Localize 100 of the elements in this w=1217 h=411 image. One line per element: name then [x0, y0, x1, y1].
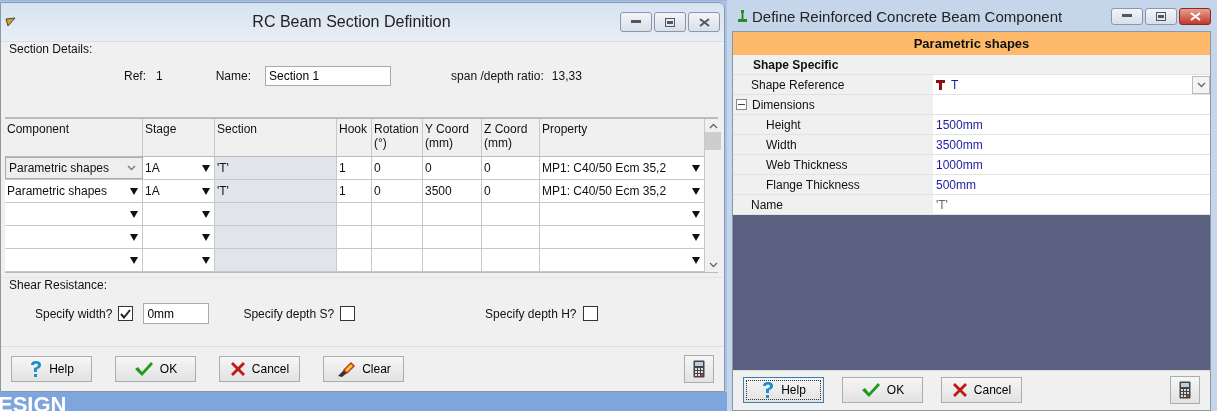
property-label: Shape Reference — [751, 77, 845, 92]
dropdown-arrow-icon[interactable] — [202, 210, 210, 218]
minimize-button[interactable] — [1111, 7, 1143, 25]
close-icon — [1189, 11, 1201, 21]
group-label: Dimensions — [752, 97, 815, 112]
ok-button[interactable]: OK — [115, 356, 196, 382]
dropdown-arrow-icon[interactable] — [692, 256, 700, 264]
panel-header: Parametric shapes — [733, 32, 1210, 55]
minimize-icon — [1122, 14, 1132, 18]
help-icon — [761, 381, 776, 399]
scroll-down-icon[interactable] — [708, 262, 718, 268]
property-value[interactable]: 'T' — [936, 197, 948, 212]
dropdown-arrow-icon[interactable] — [202, 233, 210, 241]
property-value[interactable]: T — [951, 77, 959, 92]
cell-text: MP1: C40/50 Ecm 35,2 — [542, 161, 668, 175]
eraser-icon — [336, 360, 357, 378]
cell-text: 1 — [339, 161, 347, 175]
checkbox[interactable] — [118, 306, 134, 321]
dropdown-arrow-icon[interactable] — [202, 164, 210, 172]
cell-text: 0 — [374, 184, 382, 198]
property-label: Width — [766, 137, 797, 152]
ok-button[interactable]: OK — [842, 377, 923, 403]
cell-text: 0 — [374, 161, 382, 175]
dropdown-arrow-icon[interactable] — [692, 210, 700, 218]
property-label: Flange Thickness — [766, 177, 860, 192]
checkbox-label: Specify depth S? — [243, 306, 335, 321]
cell-text: 'T' — [217, 161, 230, 175]
checkmark-icon — [860, 382, 881, 398]
collapse-icon[interactable] — [736, 99, 747, 110]
column-header[interactable]: Section — [215, 119, 337, 156]
cell-text: 1 — [339, 184, 347, 198]
ratio-label: span /depth ratio: — [451, 69, 544, 83]
cross-icon — [229, 361, 246, 377]
name-label: Name: — [215, 69, 252, 83]
dropdown-arrow-icon[interactable] — [130, 233, 138, 241]
column-header[interactable]: Z Coord (mm) — [482, 119, 540, 156]
cross-icon — [951, 382, 968, 398]
cancel-button[interactable]: Cancel — [219, 356, 300, 382]
cell-text: Parametric shapes — [7, 184, 109, 198]
property-value[interactable]: 1500mm — [936, 117, 983, 132]
checkbox-label: Specify depth H? — [485, 306, 577, 321]
window-title: Define Reinforced Concrete Beam Component — [752, 7, 1064, 25]
pencil-icon — [5, 17, 17, 27]
cell-text: 1A — [145, 161, 161, 175]
help-button[interactable]: Help — [743, 377, 824, 403]
dropdown-arrow-icon[interactable] — [692, 233, 700, 241]
close-button[interactable] — [688, 12, 720, 32]
help-icon — [29, 360, 44, 378]
dropdown-arrow-icon[interactable] — [130, 187, 138, 195]
cell-text: MP1: C40/50 Ecm 35,2 — [542, 184, 668, 198]
name-field[interactable]: Section 1 — [265, 66, 392, 86]
group-legend: Section Details: — [9, 42, 93, 56]
component-dropdown[interactable]: Parametric shapes — [5, 157, 143, 179]
dropdown-button[interactable] — [1192, 75, 1210, 94]
calculator-icon — [1179, 381, 1191, 399]
window-title: RC Beam Section Definition — [251, 13, 452, 31]
column-header[interactable]: Component — [5, 119, 143, 156]
chevron-down-icon — [127, 165, 136, 171]
dropdown-arrow-icon[interactable] — [692, 187, 700, 195]
maximize-icon — [665, 17, 675, 27]
calculator-button[interactable] — [684, 355, 714, 383]
scroll-thumb[interactable] — [705, 132, 721, 150]
column-header[interactable]: Y Coord (mm) — [423, 119, 482, 156]
property-value[interactable]: 3500mm — [936, 137, 983, 152]
column-header[interactable]: Rotation (°) — [372, 119, 423, 156]
checkbox[interactable] — [582, 306, 598, 321]
dropdown-arrow-icon[interactable] — [130, 256, 138, 264]
maximize-icon — [1156, 11, 1166, 21]
maximize-button[interactable] — [1145, 7, 1177, 25]
dropdown-arrow-icon[interactable] — [130, 210, 138, 218]
dropdown-arrow-icon[interactable] — [202, 187, 210, 195]
width-field[interactable]: 0mm — [143, 303, 210, 324]
checkmark-icon — [133, 361, 154, 377]
chevron-down-icon — [1196, 81, 1206, 88]
ref-value: 1 — [156, 69, 163, 83]
cell-text: 3500 — [425, 184, 453, 198]
value-cell[interactable] — [933, 95, 1210, 114]
calculator-button[interactable] — [1170, 376, 1200, 404]
t-section-icon — [936, 79, 945, 90]
clear-button[interactable]: Clear — [323, 356, 404, 382]
cancel-button[interactable]: Cancel — [941, 377, 1022, 403]
column-header[interactable]: Stage — [143, 119, 215, 156]
property-label: Web Thickness — [766, 157, 848, 172]
scroll-up-icon[interactable] — [708, 123, 718, 129]
dropdown-arrow-icon[interactable] — [202, 256, 210, 264]
column-header[interactable]: Hook — [337, 119, 372, 156]
property-value[interactable]: 1000mm — [936, 157, 983, 172]
cell-text: 0 — [484, 184, 492, 198]
property-value[interactable]: 500mm — [936, 177, 976, 192]
ratio-value: 13,33 — [551, 69, 582, 83]
help-button[interactable]: Help — [11, 356, 92, 382]
minimize-button[interactable] — [620, 12, 652, 32]
maximize-button[interactable] — [654, 12, 686, 32]
close-button[interactable] — [1179, 7, 1211, 25]
cell-text: 1A — [145, 184, 161, 198]
property-label: Height — [766, 117, 801, 132]
dropdown-arrow-icon[interactable] — [692, 164, 700, 172]
ref-label: Ref: — [124, 69, 146, 83]
group-legend: Shear Resistance: — [9, 278, 108, 292]
checkbox[interactable] — [340, 306, 356, 321]
